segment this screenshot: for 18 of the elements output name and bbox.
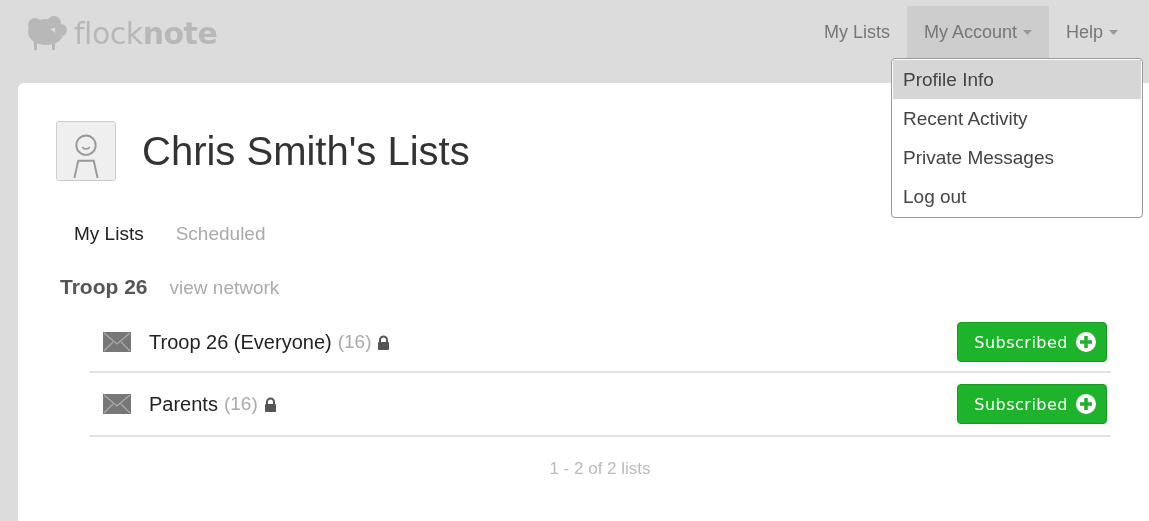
tab[interactable]: My Lists [58,217,160,251]
menu-item[interactable]: Private Messages [893,138,1141,177]
plus-icon [1076,394,1096,414]
envelope-icon [103,332,131,352]
sheep-icon [26,15,70,51]
envelope-icon [103,394,131,414]
member-count: (16) [337,331,372,353]
pagination-text: 1 - 2 of 2 lists [549,459,651,478]
menu-item[interactable]: Profile Info [893,60,1141,99]
menu-item[interactable]: Log out [893,177,1141,216]
list-name[interactable]: Parents [149,392,218,416]
plus-icon [1076,332,1096,352]
avatar-icon [56,121,116,181]
page-title: Chris Smith's Lists [142,128,470,174]
member-count: (16) [223,393,258,415]
network-name: Troop 26 [60,275,148,299]
menu-item[interactable]: Recent Activity [893,99,1141,138]
list-name[interactable]: Troop 26 (Everyone) [149,330,332,354]
